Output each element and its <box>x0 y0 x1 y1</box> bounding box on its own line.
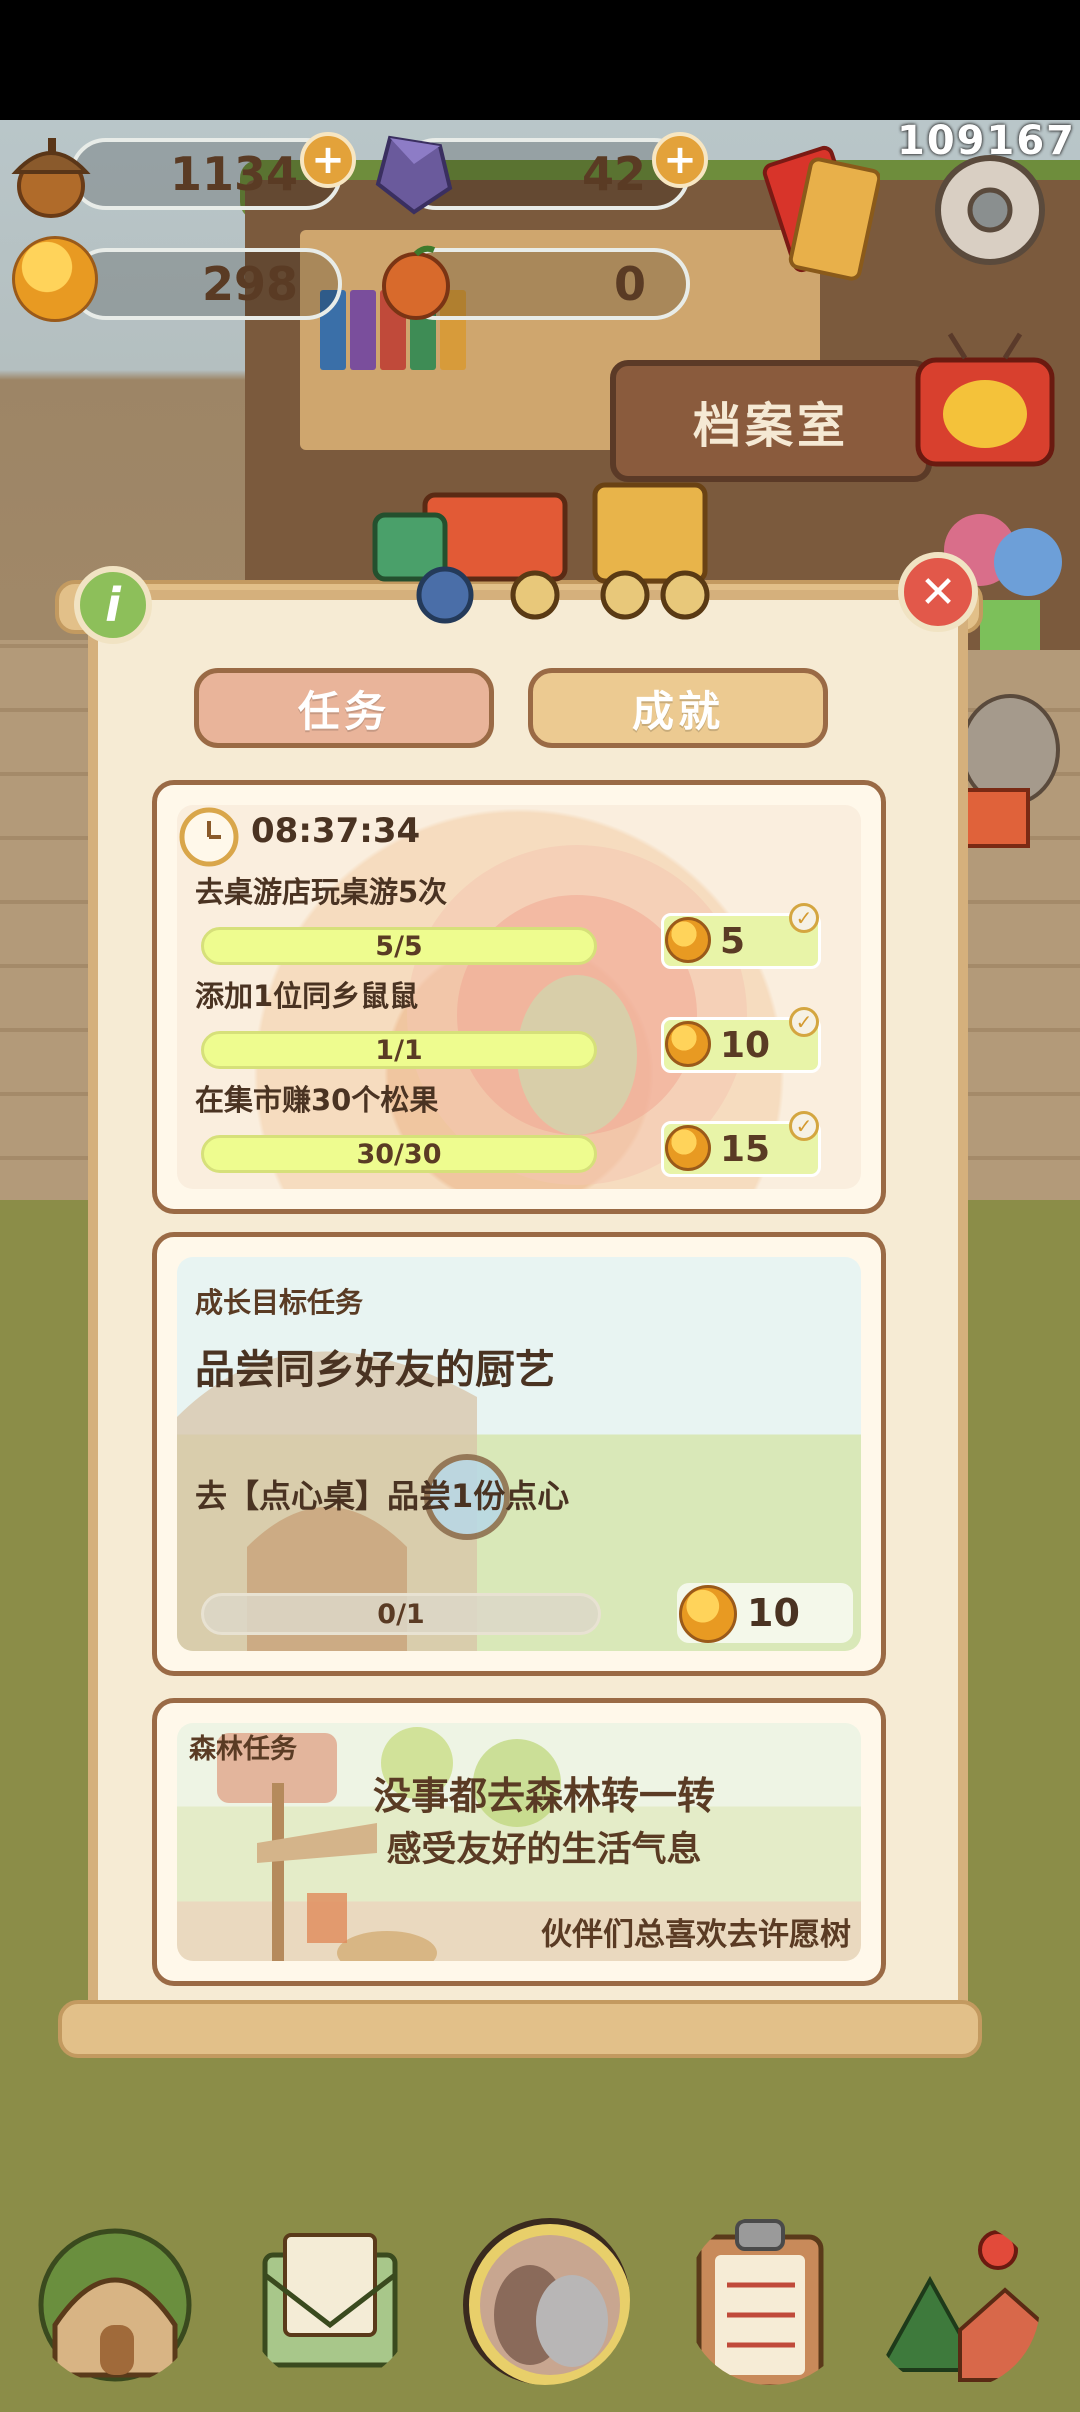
forest-task-card[interactable]: 森林任务 没事都去森林转一转 感受友好的生活气息 伙伴们总喜欢去许愿树 <box>152 1698 886 1986</box>
task-label: 在集市赚30个松果 <box>195 1083 439 1117</box>
reward-amount: 15 <box>720 1128 771 1170</box>
check-icon: ✓ <box>789 903 819 933</box>
clock-icon <box>179 807 239 867</box>
growth-progress-text: 0/1 <box>377 1598 425 1630</box>
add-acorns-button[interactable]: + <box>300 132 356 188</box>
growth-progress-bar: 0/1 <box>201 1593 601 1635</box>
tab-achievements[interactable]: 成就 <box>528 668 828 748</box>
growth-description: 去【点心桌】品尝1份点心 <box>195 1477 570 1515</box>
gem-count: 42 <box>581 147 646 201</box>
gem-icon <box>375 135 453 215</box>
task-label: 添加1位同乡鼠鼠 <box>195 979 419 1013</box>
add-gems-button[interactable]: + <box>652 132 708 188</box>
tab-tasks[interactable]: 任务 <box>194 668 494 748</box>
growth-title: 品尝同乡好友的厨艺 <box>195 1347 555 1393</box>
forest-hint: 伙伴们总喜欢去许愿树 <box>541 1917 851 1953</box>
check-icon: ✓ <box>789 1007 819 1037</box>
mail-button-icon[interactable] <box>245 2215 415 2385</box>
fruit-count: 0 <box>613 257 646 311</box>
home-button-icon[interactable] <box>30 2215 200 2385</box>
growth-task-card[interactable]: 成长目标任务 品尝同乡好友的厨艺 去【点心桌】品尝1份点心 0/1 10 <box>152 1232 886 1676</box>
check-icon: ✓ <box>789 1111 819 1141</box>
bell-icon <box>679 1585 737 1643</box>
friends-button-icon[interactable] <box>460 2215 630 2385</box>
map-location-icon[interactable] <box>870 2220 1040 2390</box>
acorn-icon <box>11 138 91 218</box>
close-button[interactable]: ✕ <box>898 552 978 632</box>
bell-icon <box>665 917 711 963</box>
bell-icon <box>12 236 98 322</box>
daily-task-card: 08:37:34 去桌游店玩桌游5次 5/5 5 ✓ 添加1位同乡鼠鼠 1/1 … <box>152 780 886 1214</box>
bell-count: 298 <box>201 257 298 311</box>
reward-amount: 10 <box>720 1024 771 1066</box>
forest-line2: 感受友好的生活气息 <box>386 1830 702 1870</box>
settings-gear-icon[interactable] <box>920 140 1060 280</box>
bell-icon <box>665 1125 711 1171</box>
close-icon: ✕ <box>919 566 957 618</box>
task-label: 去桌游店玩桌游5次 <box>195 875 448 909</box>
status-bar <box>0 0 1080 120</box>
bell-icon <box>665 1021 711 1067</box>
info-icon: i <box>105 578 121 632</box>
growth-header: 成长目标任务 <box>195 1286 364 1319</box>
task-progress-bar: 30/30 <box>201 1135 597 1173</box>
tv-icon[interactable] <box>910 330 1060 470</box>
red-envelope-icon[interactable] <box>760 138 880 288</box>
book-icon <box>350 290 376 370</box>
growth-reward-amount: 10 <box>747 1591 800 1635</box>
acorn-count: 1134 <box>169 147 298 201</box>
sloth-gift-icon[interactable] <box>950 690 1070 860</box>
fruit-icon <box>382 245 450 320</box>
reward-amount: 5 <box>720 920 746 962</box>
forest-line1: 没事都去森林转一转 <box>372 1774 715 1818</box>
tasks-clipboard-icon[interactable] <box>685 2215 855 2385</box>
forest-header: 森林任务 <box>189 1734 297 1765</box>
task-timer: 08:37:34 <box>251 811 421 851</box>
scroll-bottom-rod <box>58 2000 982 2058</box>
info-button[interactable]: i <box>74 566 152 644</box>
toy-train-icon <box>372 482 710 624</box>
task-progress-bar: 1/1 <box>201 1031 597 1069</box>
task-progress-bar: 5/5 <box>201 927 597 965</box>
bell-counter: 298 <box>70 248 342 320</box>
